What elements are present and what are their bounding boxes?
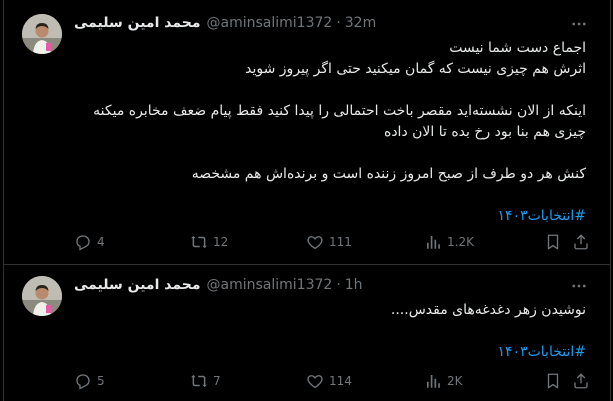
avatar-image (22, 14, 62, 54)
repost-button[interactable]: 12 (190, 232, 228, 252)
tweet-text: نوشیدن زهر دغدغه‌های مقدس.... #انتخابات۱… (74, 300, 586, 363)
like-button[interactable]: 111 (306, 232, 352, 252)
like-icon (307, 236, 323, 250)
repost-count: 12 (213, 235, 229, 249)
tweet-header: محمد امین سلیمی @aminsalimi1372 · 32m (74, 13, 562, 33)
reply-icon (76, 235, 90, 251)
tweet-line: اجماع دست شما نیست (449, 40, 586, 56)
hashtag-link[interactable]: #انتخابات۱۴۰۳ (498, 344, 586, 360)
like-icon (307, 375, 323, 389)
separator: · (336, 277, 341, 293)
timeline-feed: محمد امین سلیمی @aminsalimi1372 · 32m اج… (3, 0, 611, 401)
action-bar: 5 7 114 2K (74, 371, 594, 391)
tweet-header: محمد امین سلیمی @aminsalimi1372 · 1h (74, 275, 562, 295)
tweet[interactable]: محمد امین سلیمی @aminsalimi1372 · 32m اج… (4, 0, 610, 265)
bookmark-icon (547, 234, 559, 250)
reply-count: 5 (97, 374, 105, 388)
separator: · (336, 15, 341, 31)
more-icon[interactable] (570, 277, 588, 295)
repost-count: 7 (213, 374, 221, 388)
tweet[interactable]: محمد امین سلیمی @aminsalimi1372 · 1h نوش… (4, 265, 610, 401)
view-count: 2K (447, 374, 463, 388)
avatar[interactable] (22, 14, 62, 54)
share-button[interactable] (572, 232, 595, 252)
reply-button[interactable]: 5 (74, 371, 105, 391)
repost-icon (191, 374, 207, 388)
like-count: 111 (329, 235, 352, 249)
views-icon (427, 375, 440, 388)
view-count: 1.2K (447, 235, 474, 249)
reply-icon (76, 374, 90, 390)
views-button[interactable]: 2K (424, 371, 463, 391)
more-icon[interactable] (570, 15, 588, 33)
timestamp[interactable]: 32m (345, 15, 376, 31)
views-icon (427, 236, 440, 249)
share-button[interactable] (572, 371, 595, 391)
tweet-line: چیزی هم بنا بود رخ بده تا الان داده (383, 124, 586, 140)
tweet-line: کنش هر دو طرف از صبح امروز زننده است و ب… (191, 166, 586, 182)
hashtag-link[interactable]: #انتخابات۱۴۰۳ (498, 208, 586, 224)
repost-icon (191, 235, 207, 249)
tweet-line: اثرش هم چیزی نیست که گمان میکنید حتی اگر… (245, 61, 586, 77)
tweet-line: اینکه از الان نشسته‌اید مقصر باخت احتمال… (93, 103, 586, 119)
bookmark-button[interactable] (544, 232, 567, 252)
author-handle[interactable]: @aminsalimi1372 (207, 15, 333, 31)
repost-button[interactable]: 7 (190, 371, 221, 391)
bookmark-button[interactable] (544, 371, 567, 391)
timestamp[interactable]: 1h (345, 277, 363, 293)
views-button[interactable]: 1.2K (424, 232, 474, 252)
reply-button[interactable]: 4 (74, 232, 105, 252)
author-name[interactable]: محمد امین سلیمی (74, 15, 201, 31)
tweet-line: نوشیدن زهر دغدغه‌های مقدس.... (390, 302, 586, 318)
author-handle[interactable]: @aminsalimi1372 (207, 277, 333, 293)
share-icon (574, 373, 588, 389)
bookmark-icon (547, 373, 559, 389)
reply-count: 4 (97, 235, 105, 249)
share-icon (574, 234, 588, 250)
action-bar: 4 12 111 1.2K (74, 232, 594, 252)
like-button[interactable]: 114 (306, 371, 352, 391)
author-name[interactable]: محمد امین سلیمی (74, 277, 201, 293)
like-count: 114 (329, 374, 352, 388)
avatar[interactable] (22, 276, 62, 316)
avatar-image (22, 276, 62, 316)
tweet-text: اجماع دست شما نیست اثرش هم چیزی نیست که … (74, 38, 586, 227)
